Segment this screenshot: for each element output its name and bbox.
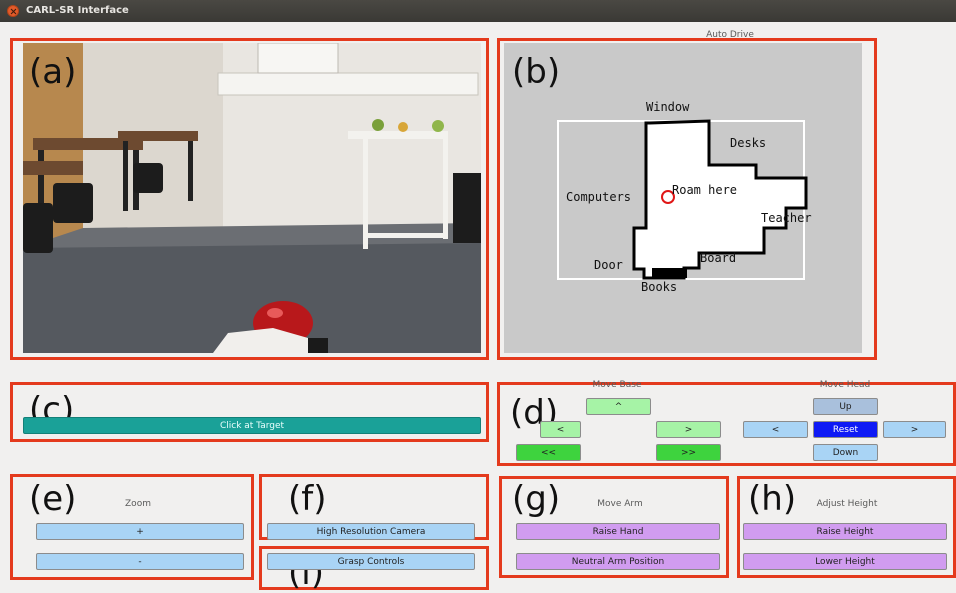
grasp-controls-button[interactable]: Grasp Controls [267,553,475,570]
move-base-title: Move Base [592,380,642,390]
panel-label-a: (a) [29,52,77,92]
map-label-computers: Computers [566,190,632,204]
base-rotate-right-button[interactable]: >> [656,444,721,461]
zoom-out-button[interactable]: - [36,553,244,570]
map-label-teacher: Teacher [761,211,812,225]
panel-label-g: (g) [512,479,561,519]
head-reset-button[interactable]: Reset [813,421,878,438]
neutral-arm-button[interactable]: Neutral Arm Position [516,553,720,570]
base-forward-button[interactable]: ^ [586,398,651,415]
adjust-height-title: Adjust Height [816,499,878,509]
click-at-target-button[interactable]: Click at Target [23,417,481,434]
map-label-desks: Desks [730,136,767,150]
map-label-board: Board [700,251,737,265]
camera-view[interactable] [23,43,481,353]
map-label-roam: Roam here [672,183,738,197]
panel-label-h: (h) [748,479,797,519]
raise-hand-button[interactable]: Raise Hand [516,523,720,540]
window-titlebar: CARL-SR Interface [0,0,956,22]
panel-label-f: (f) [288,479,327,519]
lower-height-button[interactable]: Lower Height [743,553,947,570]
map-label-door: Door [594,258,623,272]
move-arm-title: Move Arm [597,499,643,509]
close-icon[interactable] [7,5,19,17]
zoom-in-button[interactable]: + [36,523,244,540]
base-left-button[interactable]: < [540,421,581,438]
zoom-title: Zoom [125,499,151,509]
base-right-button[interactable]: > [656,421,721,438]
base-rotate-left-button[interactable]: << [516,444,581,461]
move-head-title: Move Head [819,380,871,390]
head-down-button[interactable]: Down [813,444,878,461]
map-label-books: Books [641,280,678,294]
panel-label-b: (b) [512,52,561,92]
head-left-button[interactable]: < [743,421,808,438]
head-up-button[interactable]: Up [813,398,878,415]
map-label-window: Window [646,100,690,114]
head-right-button[interactable]: > [883,421,946,438]
raise-height-button[interactable]: Raise Height [743,523,947,540]
camera-image [23,43,481,353]
window-title: CARL-SR Interface [26,5,129,16]
panel-label-e: (e) [29,479,77,519]
high-res-camera-button[interactable]: High Resolution Camera [267,523,475,540]
